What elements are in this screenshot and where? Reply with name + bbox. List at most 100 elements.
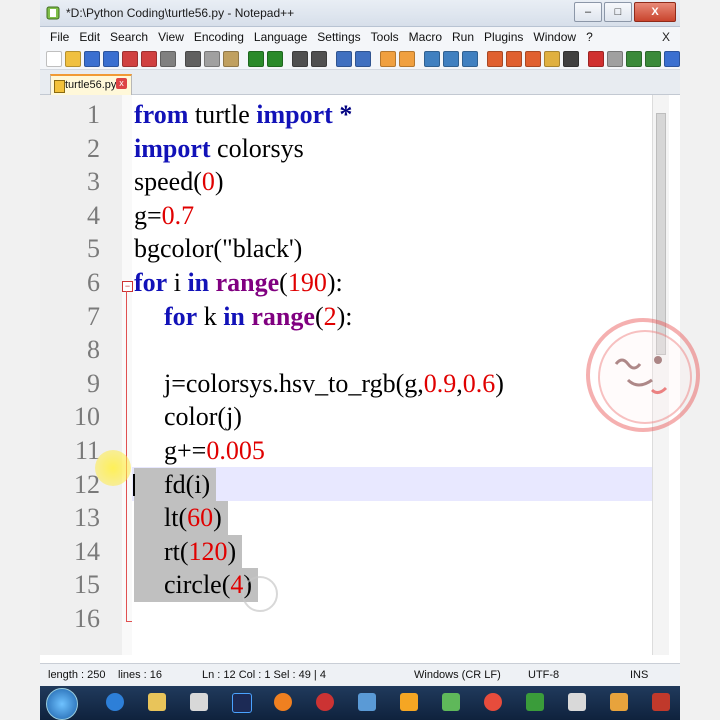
file-icon	[54, 80, 65, 93]
undo-icon[interactable]	[248, 51, 264, 67]
folder-workspace-icon[interactable]	[544, 51, 560, 67]
menu-item-search[interactable]: Search	[110, 30, 148, 44]
menu-item-edit[interactable]: Edit	[79, 30, 100, 44]
new-file-icon[interactable]	[46, 51, 62, 67]
code-line[interactable]: 4 g=0.7	[40, 199, 652, 233]
find-icon[interactable]	[292, 51, 308, 67]
app-icon-red[interactable]	[652, 693, 670, 711]
zoom-in-icon[interactable]	[336, 51, 352, 67]
menu-item-tools[interactable]: Tools	[371, 30, 399, 44]
stop-macro-icon[interactable]	[607, 51, 623, 67]
monitor-icon[interactable]	[563, 51, 579, 67]
menu-item-plugins[interactable]: Plugins	[484, 30, 523, 44]
menu-item-file[interactable]: File	[50, 30, 69, 44]
save-icon[interactable]	[84, 51, 100, 67]
token-text: )	[213, 503, 222, 533]
edge-browser-icon[interactable]	[106, 693, 124, 711]
close-icon[interactable]	[122, 51, 138, 67]
cut-icon[interactable]	[185, 51, 201, 67]
status-length: length : 250	[48, 669, 106, 681]
menu-item-language[interactable]: Language	[254, 30, 307, 44]
token-text: )	[227, 536, 237, 566]
app-icon-orange[interactable]	[400, 693, 418, 711]
code-line[interactable]: 5 bgcolor("black')	[40, 232, 652, 266]
line-number: 12	[74, 469, 100, 499]
code-line[interactable]: 7 for k in range(2):	[40, 300, 652, 334]
code-line[interactable]: 10 color(j)	[40, 400, 652, 434]
zoom-out-icon[interactable]	[355, 51, 371, 67]
code-line[interactable]: 13 lt(60)	[40, 501, 652, 536]
menu-item-view[interactable]: View	[158, 30, 184, 44]
title-bar[interactable]: *D:\Python Coding\turtle56.py - Notepad+…	[40, 0, 680, 27]
token-text: j=colorsys.hsv_to_rgb(g,	[164, 368, 424, 398]
toolbar	[40, 47, 680, 70]
open-file-icon[interactable]	[65, 51, 81, 67]
indent-guide-icon[interactable]	[462, 51, 478, 67]
settings-app-icon[interactable]	[316, 693, 334, 711]
code-line[interactable]: 2 import colorsys	[40, 132, 652, 166]
mouse-cursor-ring	[242, 576, 278, 612]
close-all-icon[interactable]	[141, 51, 157, 67]
photoshop-icon[interactable]	[232, 693, 252, 713]
code-line[interactable]: 6 for i in range(190):	[40, 266, 652, 300]
close-button[interactable]: X	[634, 2, 676, 22]
word-wrap-icon[interactable]	[424, 51, 440, 67]
copy-icon[interactable]	[204, 51, 220, 67]
excel-icon[interactable]	[526, 693, 544, 711]
windows-taskbar	[40, 686, 680, 720]
notepadpp-window: *D:\Python Coding\turtle56.py - Notepad+…	[40, 0, 700, 720]
menu-item-window[interactable]: Window	[533, 30, 576, 44]
code-line[interactable]: 16	[40, 602, 652, 636]
maximize-button[interactable]: □	[604, 2, 632, 22]
status-insert-mode: INS	[630, 669, 649, 681]
lang-udl-icon[interactable]	[487, 51, 503, 67]
status-eol: Windows (CR LF)	[414, 669, 501, 681]
menu-item-macro[interactable]: Macro	[409, 30, 442, 44]
record-macro-icon[interactable]	[588, 51, 604, 67]
folder-app-icon[interactable]	[358, 693, 376, 711]
file-explorer-icon[interactable]	[148, 693, 166, 711]
token-text: rt(	[164, 536, 189, 566]
replace-icon[interactable]	[311, 51, 327, 67]
tab-close-icon[interactable]: x	[116, 78, 127, 89]
sync-v-icon[interactable]	[380, 51, 396, 67]
play-macro-icon[interactable]	[626, 51, 642, 67]
code-line[interactable]: 1 from turtle import *	[40, 98, 652, 132]
code-line[interactable]: 11 g+=0.005	[40, 434, 652, 468]
sync-h-icon[interactable]	[399, 51, 415, 67]
app-icon-yellow[interactable]	[610, 693, 628, 711]
token-text: lt(	[164, 503, 188, 533]
start-button[interactable]	[46, 688, 78, 720]
save-all-icon[interactable]	[103, 51, 119, 67]
redo-icon[interactable]	[267, 51, 283, 67]
app-icon-gray[interactable]	[568, 693, 586, 711]
function-list-icon[interactable]	[525, 51, 541, 67]
code-line[interactable]: 9 j=colorsys.hsv_to_rgb(g,0.9,0.6)	[40, 367, 652, 401]
menu-item-run[interactable]: Run	[452, 30, 474, 44]
code-line[interactable]: 8	[40, 333, 652, 367]
save-macro-icon[interactable]	[664, 51, 680, 67]
code-text: bgcolor("black')	[134, 232, 302, 266]
tab-turtle56[interactable]: turtle56.py x	[50, 74, 132, 96]
menu-item-settings[interactable]: Settings	[317, 30, 360, 44]
code-line[interactable]: 3 speed(0)	[40, 165, 652, 199]
minimize-button[interactable]: –	[574, 2, 602, 22]
firefox-icon[interactable]	[274, 693, 292, 711]
menu-item-encoding[interactable]: Encoding	[194, 30, 244, 44]
code-line[interactable]: 14 rt(120)	[40, 534, 652, 569]
code-line[interactable]: 12 fd(i)	[40, 467, 652, 502]
print-icon[interactable]	[160, 51, 176, 67]
run-macro-icon[interactable]	[645, 51, 661, 67]
show-all-chars-icon[interactable]	[443, 51, 459, 67]
scrollbar-thumb[interactable]	[656, 113, 666, 355]
menu-close-document-button[interactable]: X	[662, 30, 670, 44]
code-line[interactable]: 15 circle(4)	[40, 568, 652, 603]
token-text: )	[495, 368, 504, 398]
media-player-icon[interactable]	[190, 693, 208, 711]
notepadpp-taskbar-icon[interactable]	[442, 693, 460, 711]
doc-map-icon[interactable]	[506, 51, 522, 67]
menu-item-help[interactable]: ?	[586, 30, 593, 44]
paste-icon[interactable]	[223, 51, 239, 67]
code-editor[interactable]: − 1 from turtle import * 2 import colorsys 3…	[40, 95, 652, 655]
chrome-icon[interactable]	[484, 693, 502, 711]
